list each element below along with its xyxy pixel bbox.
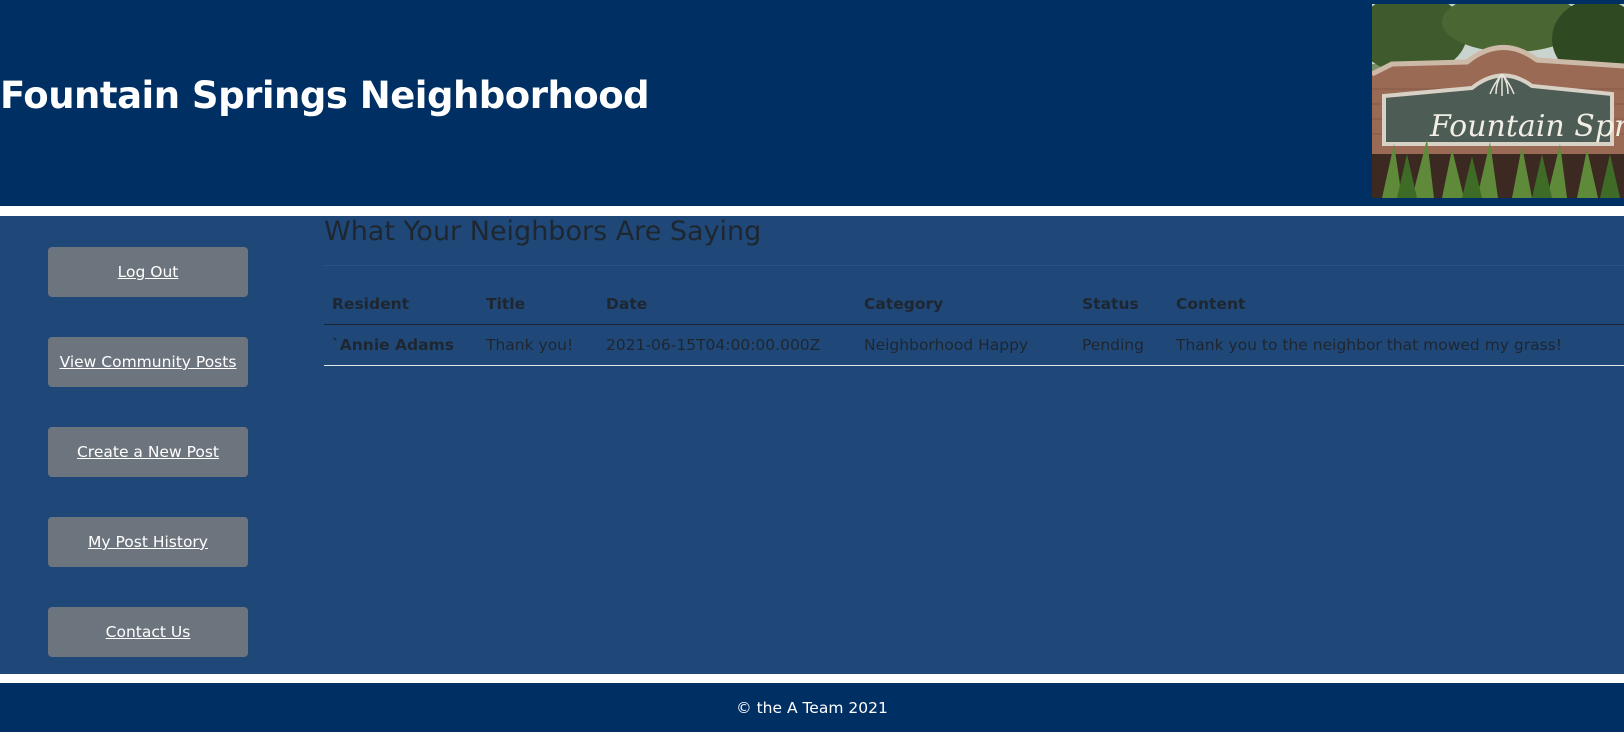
column-header-date: Date (598, 284, 856, 325)
table-header-row: Resident Title Date Category Status Cont… (324, 284, 1624, 325)
view-community-posts-button[interactable]: View Community Posts (48, 337, 248, 387)
footer-copyright: © the A Team 2021 (736, 698, 888, 717)
my-post-history-button[interactable]: My Post History (48, 517, 248, 567)
entrance-sign-photo: Fountain Springs (1372, 4, 1624, 198)
sign-text: Fountain Springs (1429, 109, 1624, 144)
cell-content: Thank you to the neighbor that mowed my … (1168, 324, 1624, 366)
cell-resident: `Annie Adams (324, 324, 478, 366)
site-title: Fountain Springs Neighborhood (0, 74, 650, 117)
column-header-content: Content (1168, 284, 1624, 325)
column-header-category: Category (856, 284, 1074, 325)
posts-table: Resident Title Date Category Status Cont… (324, 284, 1624, 366)
site-footer: © the A Team 2021 (0, 683, 1624, 732)
cell-category: Neighborhood Happy (856, 324, 1074, 366)
column-header-status: Status (1074, 284, 1168, 325)
create-new-post-button[interactable]: Create a New Post (48, 427, 248, 477)
main-panel: Log Out View Community Posts Create a Ne… (0, 216, 1624, 674)
site-header: Fountain Springs Neighborhood Fountain S… (0, 0, 1624, 206)
column-header-title: Title (478, 284, 598, 325)
contact-us-button[interactable]: Contact Us (48, 607, 248, 657)
logout-button[interactable]: Log Out (48, 247, 248, 297)
cell-title: Thank you! (478, 324, 598, 366)
table-row: `Annie Adams Thank you! 2021-06-15T04:00… (324, 324, 1624, 366)
column-header-resident: Resident (324, 284, 478, 325)
cell-status: Pending (1074, 324, 1168, 366)
cell-date: 2021-06-15T04:00:00.000Z (598, 324, 856, 366)
divider (324, 265, 1624, 266)
section-title: What Your Neighbors Are Saying (324, 216, 762, 247)
